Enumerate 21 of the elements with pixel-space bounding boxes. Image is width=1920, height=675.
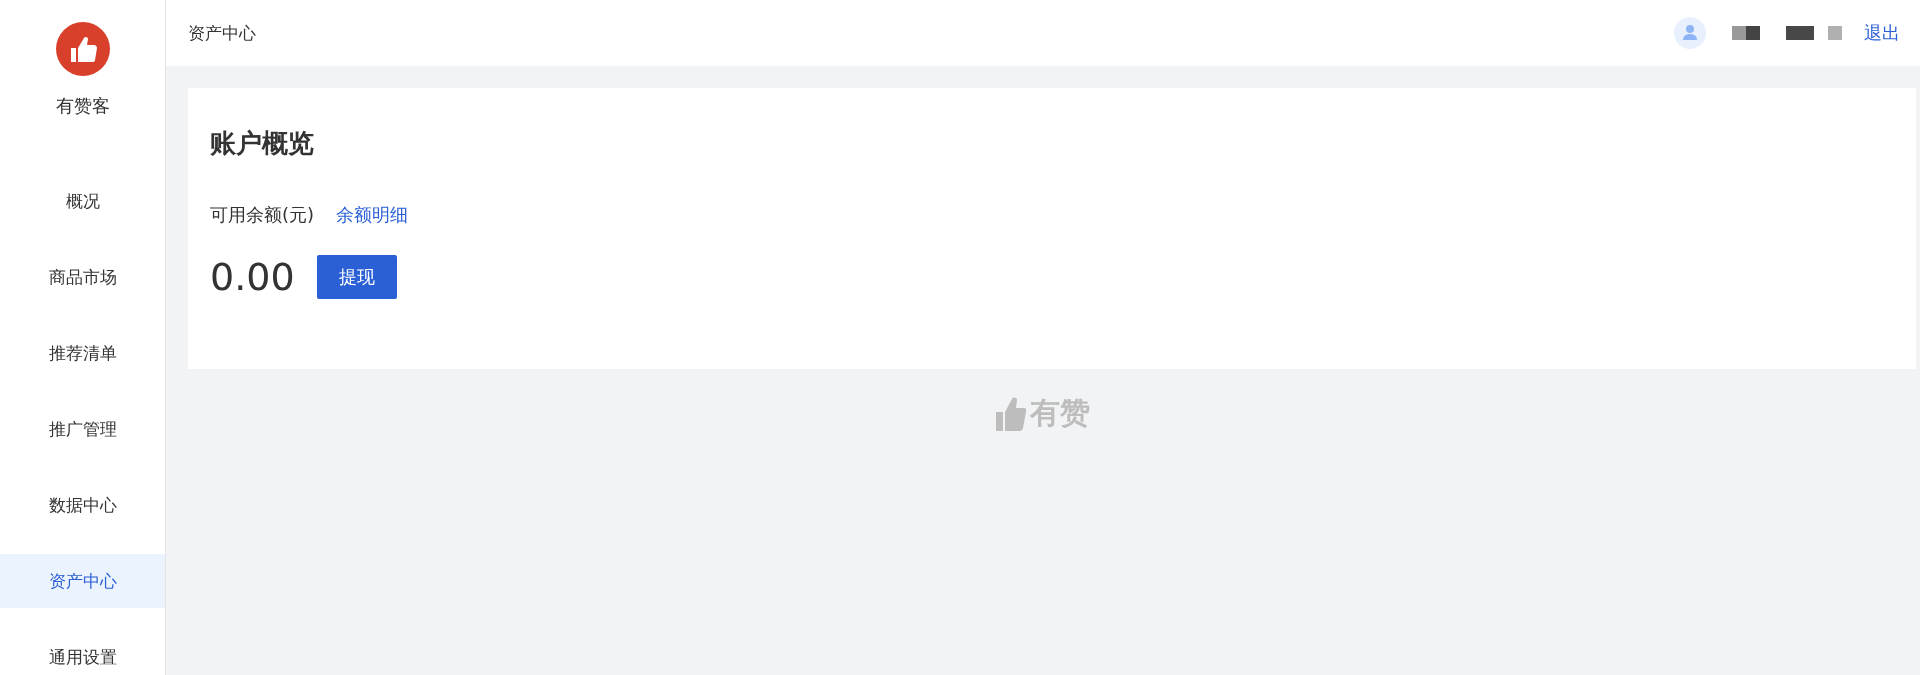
sidebar-item[interactable]: 推广管理 (0, 402, 165, 456)
logout-link[interactable]: 退出 (1864, 21, 1900, 45)
user-avatar-icon[interactable] (1674, 17, 1706, 49)
footer-brand: 有赞 (1030, 394, 1090, 432)
balance-detail-link[interactable]: 余额明细 (336, 203, 409, 227)
sidebar-item[interactable]: 资产中心 (0, 554, 165, 608)
sidebar-item[interactable]: 数据中心 (0, 478, 165, 532)
balance-amount: 0.00 (210, 255, 295, 299)
page-title: 资产中心 (188, 21, 256, 45)
balance-label: 可用余额(元) (210, 203, 315, 227)
sidebar-item[interactable]: 概况 (0, 174, 165, 228)
redaction-block (1786, 26, 1842, 40)
redaction-block (1732, 26, 1760, 40)
withdraw-button[interactable]: 提现 (316, 255, 397, 299)
thumbs-up-logo-icon (55, 22, 110, 76)
card-title: 账户概览 (210, 127, 315, 160)
sidebar-item[interactable]: 商品市场 (0, 250, 165, 304)
sidebar-item[interactable]: 通用设置 (0, 630, 165, 675)
thumbs-up-icon (996, 396, 1026, 431)
sidebar-item[interactable]: 推荐清单 (0, 326, 165, 380)
brand-name: 有赞客 (55, 94, 110, 118)
